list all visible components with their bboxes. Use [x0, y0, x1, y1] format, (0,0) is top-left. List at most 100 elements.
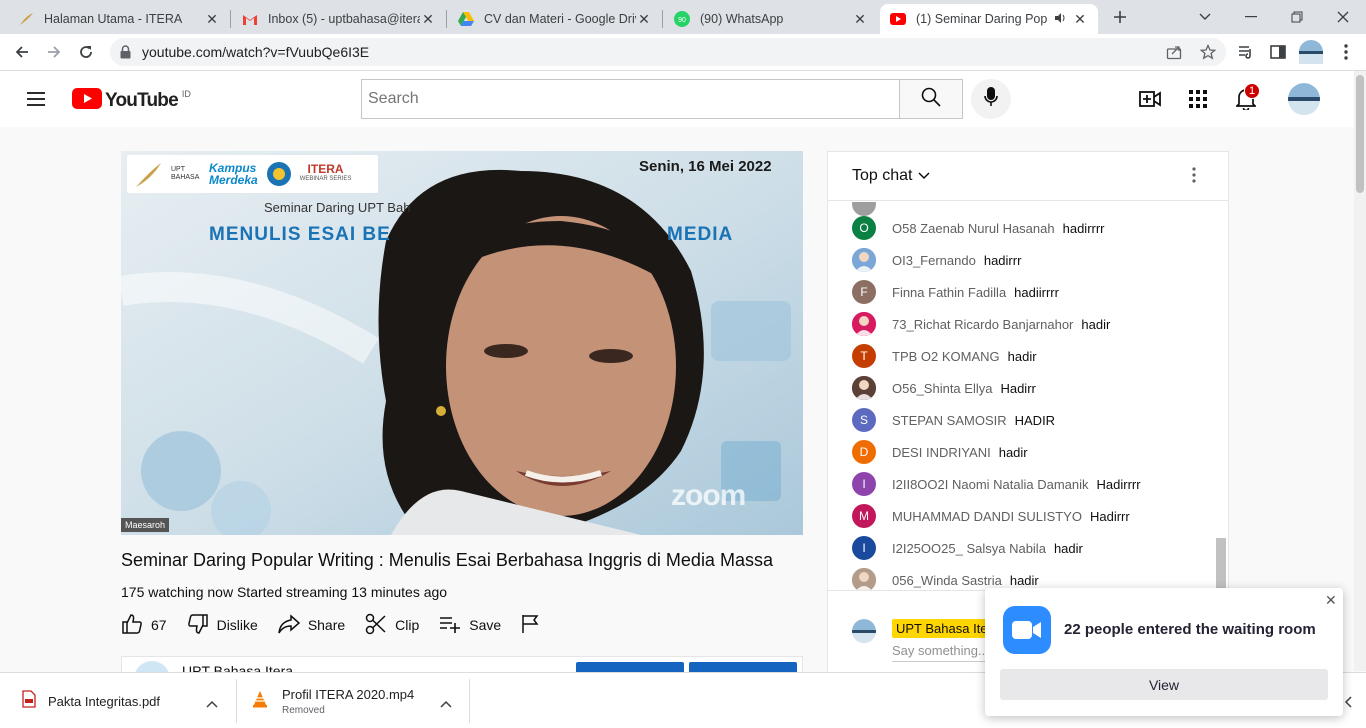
- dislike-button[interactable]: Dislike: [187, 613, 258, 638]
- chevron-left-icon[interactable]: [1344, 695, 1352, 713]
- chat-author[interactable]: OI3_Fernando: [892, 253, 976, 268]
- zoom-notification: 22 people entered the waiting room ✕ Vie…: [985, 588, 1343, 716]
- new-tab-button[interactable]: [1108, 4, 1132, 30]
- chat-author[interactable]: MUHAMMAD DANDI SULISTYO: [892, 509, 1082, 524]
- tab-search-icon[interactable]: [1194, 4, 1216, 30]
- close-icon[interactable]: ✕: [1072, 11, 1088, 27]
- video-player[interactable]: UPT BAHASA Kampus Merdeka ITERA WEBINAR …: [121, 151, 803, 535]
- youtube-logo[interactable]: YouTube ID: [72, 88, 191, 114]
- close-icon[interactable]: ✕: [420, 11, 436, 27]
- reload-button[interactable]: [72, 38, 100, 66]
- chat-author[interactable]: DESI INDRIYANI: [892, 445, 991, 460]
- tab-whatsapp[interactable]: 90 (90) WhatsApp ✕: [664, 4, 878, 34]
- save-button[interactable]: Save: [439, 615, 501, 636]
- search-button[interactable]: [899, 79, 963, 119]
- like-button[interactable]: 67: [121, 613, 167, 638]
- chat-input[interactable]: Say something...: [892, 643, 992, 662]
- share-page-icon[interactable]: [1166, 44, 1182, 65]
- browser-tab-strip: Halaman Utama - ITERA ✕ Inbox (5) - uptb…: [0, 0, 1366, 34]
- chat-more-icon[interactable]: [1192, 166, 1196, 189]
- tab-gmail[interactable]: Inbox (5) - uptbahasa@itera.ac ✕: [232, 4, 446, 34]
- kampus-merdeka-logo: Kampus Merdeka: [209, 161, 258, 187]
- close-icon[interactable]: ✕: [636, 11, 652, 27]
- chat-message: OI3_Fernando hadirrr: [852, 248, 1021, 272]
- tut-wuri-logo-icon: [266, 162, 291, 186]
- media-control-icon[interactable]: [1232, 38, 1260, 66]
- forward-button[interactable]: [40, 38, 68, 66]
- thumbs-up-icon: [121, 613, 151, 638]
- page-scrollbar-thumb[interactable]: [1356, 75, 1364, 193]
- voice-search-button[interactable]: [971, 79, 1011, 119]
- side-panel-icon[interactable]: [1264, 38, 1292, 66]
- chat-avatar: D: [852, 440, 876, 464]
- lock-icon[interactable]: [120, 45, 131, 64]
- tab-title: (90) WhatsApp: [700, 12, 784, 26]
- share-label: Share: [307, 617, 346, 633]
- top-chat-dropdown[interactable]: Top chat: [852, 167, 931, 185]
- close-icon[interactable]: ✕: [1325, 592, 1337, 609]
- browser-toolbar: youtube.com/watch?v=fVuubQe6I3E: [0, 34, 1366, 71]
- tab-itera[interactable]: Halaman Utama - ITERA ✕: [8, 4, 230, 34]
- tab-youtube-active[interactable]: (1) Seminar Daring Popular Writing ✕: [880, 4, 1098, 34]
- chat-author[interactable]: O56_Shinta Ellya: [892, 381, 992, 396]
- chat-message: D DESI INDRIYANI hadir: [852, 440, 1028, 464]
- chat-message-list[interactable]: O O58 Zaenab Nurul Hasanah hadirrrr OI3_Fer…: [828, 202, 1214, 590]
- hamburger-menu-icon[interactable]: [24, 87, 48, 111]
- back-button[interactable]: [8, 38, 36, 66]
- download-item-mp4[interactable]: Profil ITERA 2020.mp4 Removed: [252, 673, 414, 728]
- close-icon[interactable]: ✕: [852, 11, 868, 27]
- page-scrollbar[interactable]: [1354, 71, 1366, 671]
- chat-author[interactable]: TPB O2 KOMANG: [892, 349, 1000, 364]
- partner-logos: UPT BAHASA Kampus Merdeka ITERA WEBINAR …: [127, 155, 378, 193]
- account-avatar[interactable]: [1288, 83, 1320, 115]
- report-button[interactable]: [521, 614, 547, 637]
- chat-text: hadir: [998, 444, 1028, 460]
- chat-author[interactable]: I2I25OO25_ Salsya Nabila: [892, 541, 1046, 556]
- chat-author[interactable]: I2II8OO2I Naomi Natalia Damanik: [892, 477, 1089, 492]
- zoom-view-button[interactable]: View: [1000, 669, 1328, 700]
- chat-author[interactable]: Finna Fathin Fadilla: [892, 285, 1006, 300]
- close-window-icon[interactable]: [1332, 4, 1354, 30]
- chat-author[interactable]: 056_Winda Sastria: [892, 573, 1002, 588]
- chat-text: HADIR: [1014, 412, 1056, 428]
- chat-message: I I2II8OO2I Naomi Natalia Damanik Hadirrrr: [852, 472, 1141, 496]
- search-input[interactable]: [362, 80, 901, 118]
- chevron-up-icon[interactable]: [440, 695, 452, 713]
- chat-avatar: [852, 202, 876, 216]
- download-item-pdf[interactable]: Pakta Integritas.pdf: [22, 673, 160, 728]
- notifications-bell-icon[interactable]: 1: [1234, 83, 1261, 111]
- speaker-icon[interactable]: [1054, 12, 1066, 27]
- close-icon[interactable]: ✕: [204, 11, 220, 27]
- chat-message: O56_Shinta Ellya Hadirr: [852, 376, 1036, 400]
- chat-text: hadirrrr: [1062, 220, 1105, 236]
- profile-avatar[interactable]: [1297, 38, 1325, 66]
- gmail-icon: [242, 11, 258, 27]
- apps-grid-icon[interactable]: [1186, 87, 1210, 111]
- download-filename: Pakta Integritas.pdf: [48, 693, 161, 709]
- search-box: [361, 79, 901, 119]
- chat-message: T TPB O2 KOMANG hadir: [852, 344, 1037, 368]
- chat-author[interactable]: STEPAN SAMOSIR: [892, 413, 1007, 428]
- bookmark-star-icon[interactable]: [1199, 43, 1217, 65]
- chat-text: hadir: [1009, 572, 1039, 588]
- chat-text: hadiirrrr: [1014, 284, 1059, 300]
- like-count: 67: [151, 617, 167, 633]
- tab-google-drive[interactable]: CV dan Materi - Google Drive ✕: [448, 4, 662, 34]
- chat-message: I I2I25OO25_ Salsya Nabila hadir: [852, 536, 1083, 560]
- chevron-up-icon[interactable]: [206, 695, 218, 713]
- tab-title: Halaman Utama - ITERA: [44, 12, 183, 26]
- kebab-menu-icon[interactable]: [1332, 38, 1360, 66]
- chat-scrollbar[interactable]: [1214, 202, 1228, 590]
- overlay-date: Senin, 16 Mei 2022: [639, 158, 772, 175]
- create-video-icon[interactable]: [1138, 87, 1162, 111]
- restore-icon[interactable]: [1286, 4, 1308, 30]
- minimize-icon[interactable]: [1240, 4, 1262, 30]
- chat-scrollbar-thumb[interactable]: [1216, 538, 1226, 588]
- chat-avatar: O: [852, 216, 876, 240]
- address-bar[interactable]: youtube.com/watch?v=fVuubQe6I3E: [110, 38, 1226, 66]
- share-button[interactable]: Share: [278, 613, 346, 637]
- chat-author[interactable]: O58 Zaenab Nurul Hasanah: [892, 221, 1055, 236]
- chat-author[interactable]: 73_Richat Ricardo Banjarnahor: [892, 317, 1073, 332]
- clip-button[interactable]: Clip: [365, 613, 419, 638]
- tab-title: (1) Seminar Daring Popular Writing: [916, 12, 1048, 26]
